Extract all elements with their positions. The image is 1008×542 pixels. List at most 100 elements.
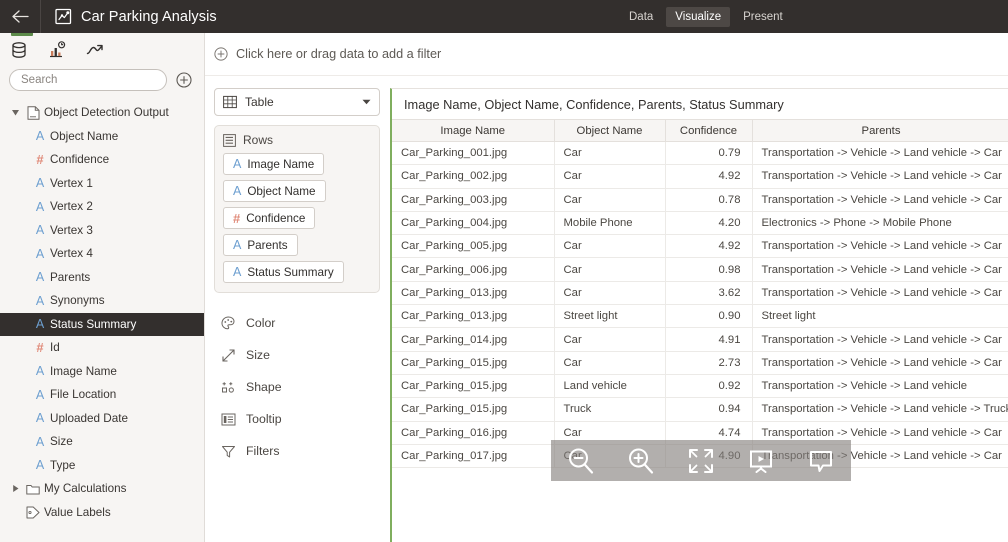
- present-button[interactable]: [738, 440, 784, 481]
- data-table: Image Name Object Name Confidence Parent…: [392, 119, 1008, 469]
- tree-node-status-summary[interactable]: A Status Summary: [0, 312, 204, 336]
- table-row[interactable]: Car_Parking_004.jpg Mobile Phone 4.20 El…: [392, 211, 1008, 236]
- cell-confidence: 4.92: [665, 164, 753, 189]
- shelf-pill-object-name[interactable]: A Object Name: [223, 180, 326, 202]
- tree-node-type[interactable]: A Type: [0, 454, 204, 478]
- cell-object-name: Car: [554, 164, 666, 189]
- tree-node-synonyms[interactable]: A Synonyms: [0, 289, 204, 313]
- text-field-icon: A: [35, 434, 45, 449]
- table-row[interactable]: Car_Parking_015.jpg Truck 0.94 Transport…: [392, 397, 1008, 422]
- tree-node-vertex-2[interactable]: A Vertex 2: [0, 195, 204, 219]
- column-header-image-name[interactable]: Image Name: [392, 119, 555, 142]
- encoding-shelves: Color Size Shape Tooltip Filters: [214, 307, 380, 467]
- table-row[interactable]: Car_Parking_001.jpg Car 0.79 Transportat…: [392, 141, 1008, 166]
- filter-shelf[interactable]: Click here or drag data to add a filter: [205, 33, 1008, 76]
- tooltip-icon: [220, 412, 237, 427]
- nav-tab-data[interactable]: Data: [620, 7, 662, 27]
- table-header-row: Image Name Object Name Confidence Parent…: [392, 119, 1008, 142]
- table-row[interactable]: Car_Parking_014.jpg Car 4.91 Transportat…: [392, 327, 1008, 352]
- table-row[interactable]: Car_Parking_015.jpg Land vehicle 0.92 Tr…: [392, 374, 1008, 399]
- chevron-down-icon[interactable]: [362, 99, 371, 105]
- tree-node-value-labels[interactable]: Value Labels: [0, 501, 204, 525]
- shelf-pill-confidence[interactable]: # Confidence: [223, 207, 316, 229]
- tree-node-parents[interactable]: A Parents: [0, 266, 204, 290]
- table-row[interactable]: Car_Parking_005.jpg Car 4.92 Transportat…: [392, 234, 1008, 259]
- tree-node-my-calculations[interactable]: My Calculations: [0, 477, 204, 501]
- fit-screen-button[interactable]: [678, 440, 724, 481]
- cell-object-name: Car: [554, 141, 666, 166]
- active-tab-indicator: [11, 33, 33, 36]
- table-row[interactable]: Car_Parking_015.jpg Car 2.73 Transportat…: [392, 351, 1008, 375]
- shelf-pill-label: Confidence: [246, 211, 306, 225]
- shelf-pill-parents[interactable]: A Parents: [223, 234, 298, 256]
- shelf-pill-image-name[interactable]: A Image Name: [223, 153, 325, 175]
- cell-image-name: Car_Parking_005.jpg: [392, 234, 555, 259]
- plus-circle-icon: [214, 47, 228, 61]
- sidebar-tab-trends[interactable]: [86, 33, 104, 64]
- tree-node-id[interactable]: # Id: [0, 336, 204, 360]
- table-row[interactable]: Car_Parking_013.jpg Car 3.62 Transportat…: [392, 281, 1008, 306]
- table-row[interactable]: Car_Parking_006.jpg Car 0.98 Transportat…: [392, 257, 1008, 282]
- encoding-filters[interactable]: Filters: [214, 435, 380, 467]
- cell-parents: Transportation -> Vehicle -> Land vehicl…: [752, 397, 1008, 422]
- search-input[interactable]: [9, 69, 167, 91]
- rows-shelf[interactable]: Rows A Image Name A Object Name # Confid…: [214, 125, 380, 293]
- tree-node-file-location[interactable]: A File Location: [0, 383, 204, 407]
- workbook-title: Car Parking Analysis: [81, 8, 217, 25]
- back-button[interactable]: [0, 0, 40, 33]
- column-header-object-name[interactable]: Object Name: [554, 119, 666, 142]
- expand-arrows-icon: [689, 448, 713, 473]
- tree-node-object-detection-output[interactable]: Object Detection Output: [0, 101, 204, 125]
- tree-node-label: Type: [50, 458, 76, 472]
- encoding-color[interactable]: Color: [214, 307, 380, 339]
- encoding-tooltip[interactable]: Tooltip: [214, 403, 380, 435]
- column-header-parents[interactable]: Parents: [752, 119, 1008, 142]
- sidebar-tab-data[interactable]: [10, 33, 33, 64]
- cell-object-name: Mobile Phone: [554, 211, 666, 236]
- add-data-source-button[interactable]: [176, 72, 192, 88]
- tree-node-label: Size: [50, 435, 73, 449]
- tree-node-vertex-4[interactable]: A Vertex 4: [0, 242, 204, 266]
- nav-tab-present[interactable]: Present: [734, 7, 792, 27]
- cell-parents: Transportation -> Vehicle -> Land vehicl…: [752, 281, 1008, 306]
- cell-object-name: Truck: [554, 397, 666, 422]
- table-row[interactable]: Car_Parking_003.jpg Car 0.78 Transportat…: [392, 188, 1008, 212]
- encoding-shape[interactable]: Shape: [214, 371, 380, 403]
- number-field-icon: #: [233, 210, 241, 226]
- sidebar-tab-analytics[interactable]: [48, 33, 66, 64]
- caret-expanded-icon[interactable]: [8, 108, 22, 117]
- tree-node-confidence[interactable]: # Confidence: [0, 148, 204, 172]
- text-field-icon: A: [233, 265, 242, 279]
- magnifier-plus-icon: [629, 448, 654, 474]
- column-header-confidence[interactable]: Confidence: [665, 119, 753, 142]
- cell-parents: Transportation -> Vehicle -> Land vehicl…: [752, 188, 1008, 212]
- cell-image-name: Car_Parking_002.jpg: [392, 164, 555, 189]
- sidebar-search-row: [0, 65, 204, 91]
- tree-node-uploaded-date[interactable]: A Uploaded Date: [0, 407, 204, 431]
- shelf-pill-status-summary[interactable]: A Status Summary: [223, 261, 344, 283]
- text-field-icon: A: [35, 317, 45, 332]
- rows-icon: [223, 133, 236, 147]
- tree-node-image-name[interactable]: A Image Name: [0, 360, 204, 384]
- encoding-size[interactable]: Size: [214, 339, 380, 371]
- cell-parents: Transportation -> Vehicle -> Land vehicl…: [752, 234, 1008, 259]
- viz-type-selector[interactable]: Table: [214, 88, 380, 116]
- tree-node-vertex-3[interactable]: A Vertex 3: [0, 219, 204, 243]
- cell-image-name: Car_Parking_013.jpg: [392, 304, 555, 329]
- cell-confidence: 0.90: [665, 304, 753, 329]
- cell-confidence: 0.94: [665, 397, 753, 422]
- zoom-in-button[interactable]: [618, 440, 664, 481]
- tree-node-size[interactable]: A Size: [0, 430, 204, 454]
- nav-tab-visualize[interactable]: Visualize: [666, 6, 731, 27]
- table-row[interactable]: Car_Parking_002.jpg Car 4.92 Transportat…: [392, 164, 1008, 189]
- workbook-title-group: Car Parking Analysis: [41, 8, 217, 25]
- cell-confidence: 4.91: [665, 327, 753, 352]
- tree-node-object-name[interactable]: A Object Name: [0, 125, 204, 149]
- zoom-out-button[interactable]: [558, 440, 604, 481]
- visualization-title: Image Name, Object Name, Confidence, Par…: [404, 96, 784, 112]
- caret-collapsed-icon[interactable]: [8, 484, 22, 493]
- tree-node-vertex-1[interactable]: A Vertex 1: [0, 172, 204, 196]
- cell-object-name: Car: [554, 257, 666, 282]
- comment-button[interactable]: [798, 440, 844, 481]
- table-row[interactable]: Car_Parking_013.jpg Street light 0.90 St…: [392, 304, 1008, 329]
